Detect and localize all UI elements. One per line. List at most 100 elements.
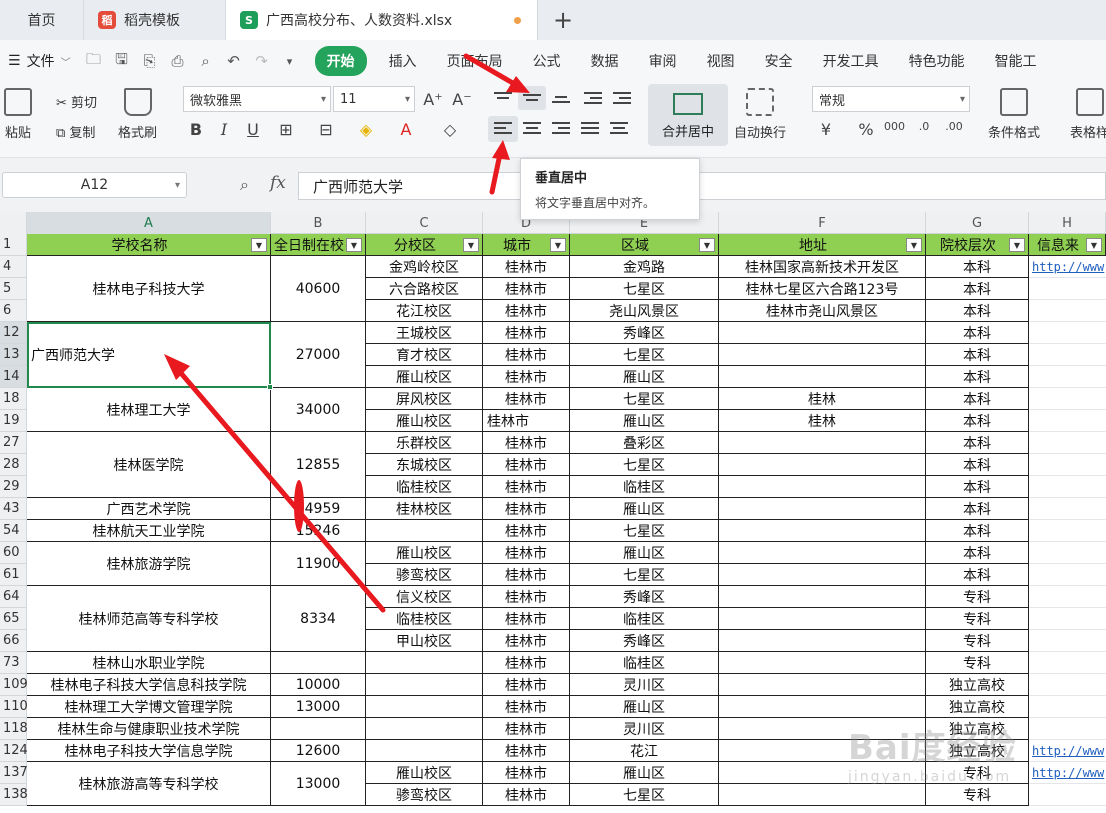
level-cell[interactable]: 专科 (926, 608, 1029, 630)
decrease-decimal-icon[interactable]: .00 (944, 120, 964, 133)
print-preview-icon[interactable]: ⌕ (197, 52, 215, 70)
level-cell[interactable]: 专科 (926, 652, 1029, 674)
column-header-b[interactable]: B (271, 212, 366, 234)
city-cell[interactable]: 桂林市 (483, 476, 570, 498)
percent-icon[interactable]: % (856, 120, 876, 139)
students-cell[interactable]: 10000 (271, 674, 366, 696)
redo-icon[interactable]: ↷ (253, 52, 271, 70)
font-color-icon[interactable]: A (396, 120, 416, 139)
filter-dropdown-icon[interactable]: ▼ (251, 238, 267, 252)
students-cell[interactable]: 12600 (271, 740, 366, 762)
city-cell[interactable]: 桂林市 (483, 696, 570, 718)
fx-icon[interactable]: fx (270, 173, 286, 193)
level-cell[interactable]: 独立高校 (926, 674, 1029, 696)
info-cell[interactable] (1029, 410, 1106, 432)
level-cell[interactable]: 本科 (926, 564, 1029, 586)
district-cell[interactable]: 七星区 (570, 388, 719, 410)
clear-format-icon[interactable]: ◇ (440, 120, 460, 139)
header-cell[interactable]: 区域 ▼ (570, 234, 719, 256)
align-top-icon[interactable] (494, 92, 512, 106)
header-cell[interactable]: 院校层次 ▼ (926, 234, 1029, 256)
campus-cell[interactable]: 临桂校区 (366, 476, 483, 498)
students-cell[interactable]: 13000 (271, 762, 366, 806)
info-cell[interactable] (1029, 784, 1106, 806)
increase-indent-icon[interactable] (613, 92, 631, 106)
info-cell[interactable] (1029, 432, 1106, 454)
district-cell[interactable]: 雁山区 (570, 542, 719, 564)
filter-dropdown-icon[interactable]: ▼ (1009, 238, 1025, 252)
column-header-a[interactable]: A (27, 212, 271, 234)
info-cell[interactable] (1029, 586, 1106, 608)
info-cell[interactable] (1029, 278, 1106, 300)
info-cell[interactable] (1029, 718, 1106, 740)
italic-icon[interactable]: I (214, 120, 234, 139)
formula-input[interactable]: 广西师范大学 (298, 172, 1106, 200)
students-cell[interactable]: 40600 (271, 256, 366, 322)
address-cell[interactable] (719, 344, 926, 366)
menu-security[interactable]: 安全 (765, 51, 793, 71)
campus-cell[interactable]: 屏风校区 (366, 388, 483, 410)
city-cell[interactable]: 桂林市 (483, 322, 570, 344)
students-cell[interactable]: 11900 (271, 542, 366, 586)
menu-insert[interactable]: 插入 (389, 51, 417, 71)
column-header-f[interactable]: F (719, 212, 926, 234)
undo-icon[interactable]: ↶ (225, 52, 243, 70)
copy-button[interactable]: ⧉ 复制 (56, 122, 95, 141)
filter-active-icon[interactable]: ▼ (550, 238, 566, 252)
tab-template[interactable]: 稻 稻壳模板 (84, 0, 226, 40)
address-cell[interactable] (719, 432, 926, 454)
level-cell[interactable]: 本科 (926, 520, 1029, 542)
level-cell[interactable]: 本科 (926, 278, 1029, 300)
menu-review[interactable]: 审阅 (649, 51, 677, 71)
campus-cell[interactable]: 雁山校区 (366, 762, 483, 784)
address-cell[interactable] (719, 586, 926, 608)
students-cell[interactable]: 15246 (271, 520, 366, 542)
fill-color-icon[interactable]: ◈ (356, 120, 376, 139)
city-cell[interactable]: 桂林市 (483, 718, 570, 740)
city-cell[interactable]: 桂林市 (483, 498, 570, 520)
distributed-icon[interactable] (610, 122, 628, 136)
students-cell[interactable] (271, 718, 366, 740)
district-cell[interactable]: 雁山区 (570, 696, 719, 718)
address-cell[interactable]: 桂林市尧山风景区 (719, 300, 926, 322)
city-cell[interactable]: 桂林市 (483, 586, 570, 608)
district-cell[interactable]: 灵川区 (570, 718, 719, 740)
level-cell[interactable]: 本科 (926, 300, 1029, 322)
decrease-indent-icon[interactable] (584, 92, 602, 106)
number-format-select[interactable]: 常规 ▾ (812, 86, 970, 112)
city-cell[interactable]: 桂林市 (483, 542, 570, 564)
address-cell[interactable]: 桂林 (719, 388, 926, 410)
level-cell[interactable]: 本科 (926, 542, 1029, 564)
level-cell[interactable]: 本科 (926, 476, 1029, 498)
city-cell[interactable]: 桂林市 (483, 388, 570, 410)
city-cell[interactable]: 桂林市 (483, 366, 570, 388)
district-cell[interactable]: 七星区 (570, 454, 719, 476)
district-cell[interactable]: 临桂区 (570, 652, 719, 674)
column-header-c[interactable]: C (366, 212, 483, 234)
campus-cell[interactable]: 甲山校区 (366, 630, 483, 652)
address-cell[interactable] (719, 674, 926, 696)
level-cell[interactable]: 本科 (926, 388, 1029, 410)
campus-cell[interactable]: 花江校区 (366, 300, 483, 322)
city-cell[interactable]: 桂林市 (483, 784, 570, 806)
city-cell[interactable]: 桂林市 (483, 740, 570, 762)
info-cell[interactable] (1029, 520, 1106, 542)
format-painter-button[interactable]: 格式刷 (118, 88, 157, 141)
thousands-icon[interactable]: 000 (884, 120, 905, 133)
students-cell[interactable]: 27000 (271, 322, 366, 388)
address-cell[interactable] (719, 542, 926, 564)
students-cell[interactable]: 14959 (271, 498, 366, 520)
school-name-cell[interactable]: 桂林理工大学 (27, 388, 271, 432)
menu-page-layout[interactable]: 页面布局 (447, 51, 503, 71)
district-cell[interactable]: 灵川区 (570, 674, 719, 696)
selected-cell-a12[interactable]: 广西师范大学 (27, 322, 271, 388)
header-cell[interactable]: 学校名称 ▼ (27, 234, 271, 256)
city-cell[interactable]: 桂林市 (483, 608, 570, 630)
school-name-cell[interactable]: 桂林山水职业学院 (27, 652, 271, 674)
filter-dropdown-icon[interactable]: ▼ (463, 238, 479, 252)
address-cell[interactable] (719, 366, 926, 388)
address-cell[interactable] (719, 784, 926, 806)
menu-data[interactable]: 数据 (591, 51, 619, 71)
new-tab-button[interactable]: + (538, 0, 588, 40)
border-icon[interactable]: ⊞ (276, 120, 296, 139)
